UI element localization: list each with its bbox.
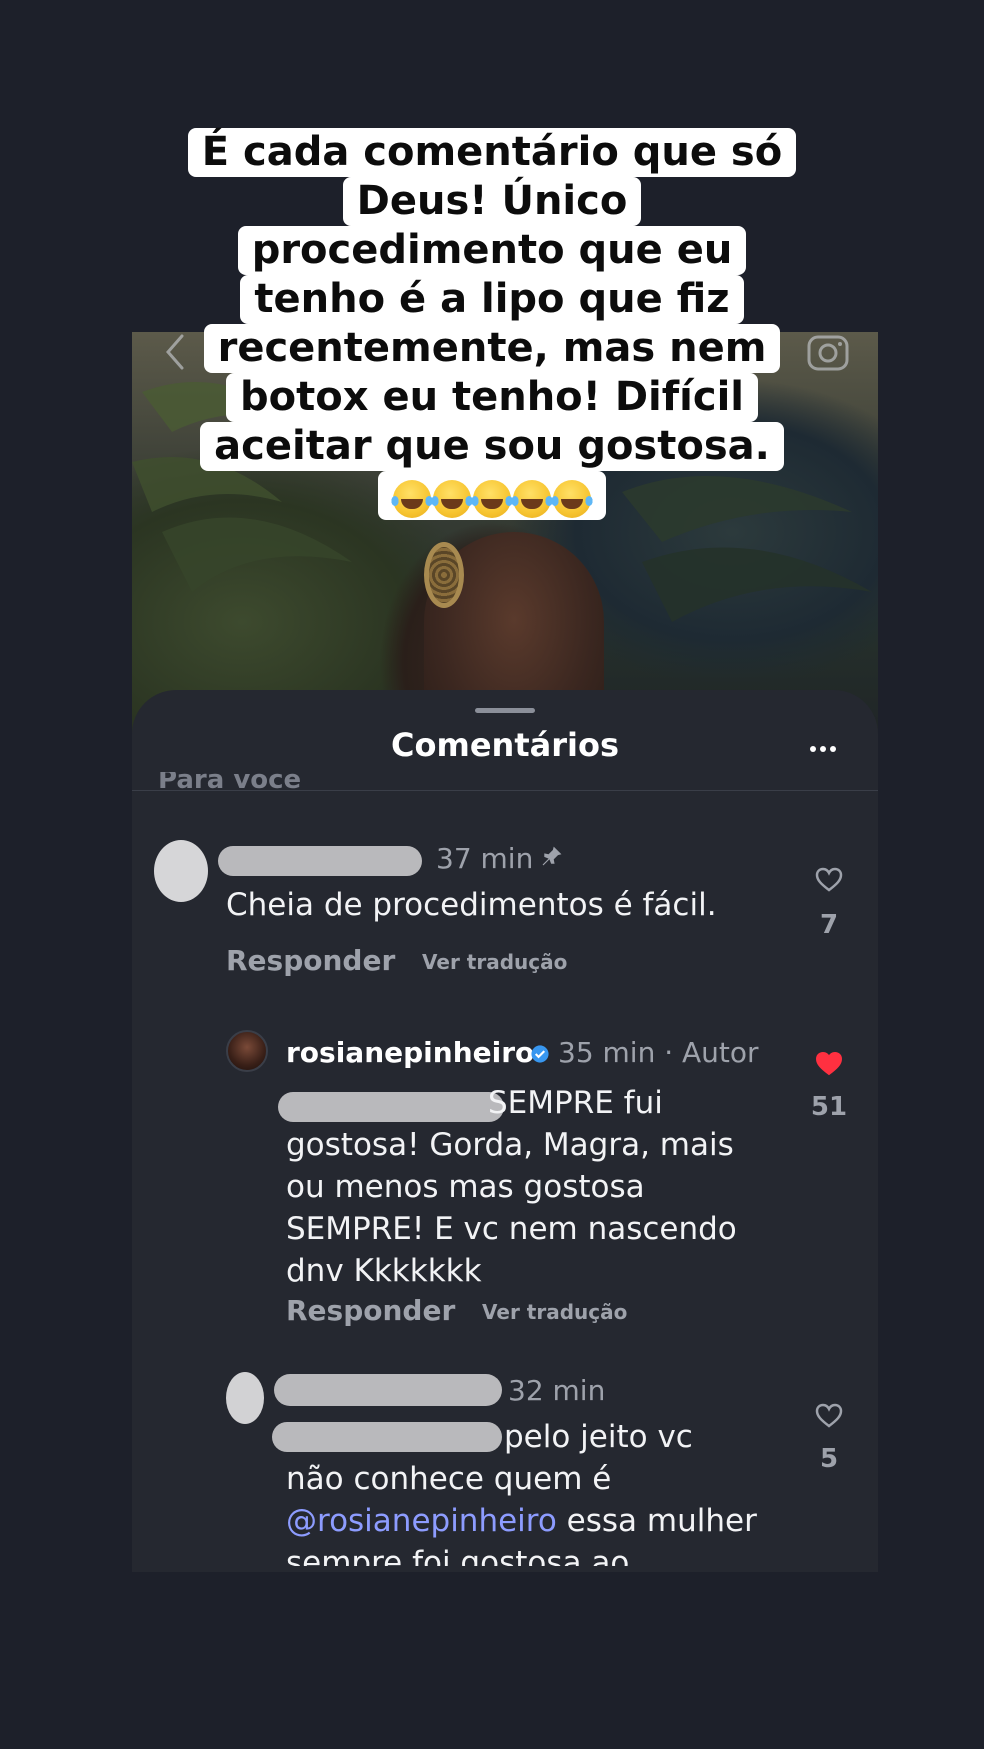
author-avatar[interactable] bbox=[226, 1030, 268, 1072]
comment-line: SEMPRE fui bbox=[488, 1085, 663, 1121]
comment-line: SEMPRE! E vc nem nascendo bbox=[286, 1211, 737, 1247]
avatar[interactable] bbox=[226, 1372, 264, 1424]
comment-text-rest: essa mulher bbox=[556, 1503, 757, 1539]
caption-line: É cada comentário que só bbox=[187, 128, 797, 177]
comment-text: Cheia de procedimentos é fácil. bbox=[226, 887, 717, 923]
laughing-emoji-icon bbox=[390, 480, 434, 518]
reply-button[interactable]: Responder bbox=[226, 944, 395, 977]
redacted-username[interactable] bbox=[218, 846, 422, 876]
story-canvas: Comentários Para você 37 min Cheia de pr… bbox=[0, 0, 984, 1749]
drag-handle[interactable] bbox=[475, 708, 535, 713]
caption-line: procedimento que eu bbox=[237, 226, 747, 275]
heart-icon[interactable] bbox=[815, 1402, 843, 1430]
see-translation-button[interactable]: Ver tradução bbox=[482, 1300, 627, 1324]
verified-badge-icon bbox=[531, 1045, 549, 1063]
comment-line: sempre foi gostosa ao extremo bbox=[286, 1545, 630, 1566]
laughing-emoji-icon bbox=[550, 480, 594, 518]
redacted-username[interactable] bbox=[274, 1374, 502, 1406]
caption-line: tenho é a lipo que fiz bbox=[240, 275, 744, 324]
comment-line: @rosianepinheiro essa mulher bbox=[286, 1500, 766, 1542]
story-caption: É cada comentário que só Deus! Único pro… bbox=[0, 128, 984, 520]
comment-line: não conhece quem é bbox=[286, 1461, 612, 1497]
caption-line: aceitar que sou gostosa. bbox=[200, 422, 784, 471]
comment-line: gostosa! Gorda, Magra, mais bbox=[286, 1127, 734, 1163]
laughing-emoji-icon bbox=[470, 480, 514, 518]
laughing-emoji-row bbox=[378, 471, 606, 520]
mention-link[interactable]: @rosianepinheiro bbox=[286, 1503, 557, 1539]
pin-icon bbox=[542, 846, 562, 866]
caption-line: recentemente, mas nem bbox=[203, 324, 781, 373]
sheet-title: Comentários bbox=[391, 726, 619, 764]
comment-text: SEMPRE fui gostosa! Gorda, Magra, mais o… bbox=[286, 1082, 746, 1292]
see-translation-button[interactable]: Ver tradução bbox=[422, 950, 567, 974]
caption-line: Deus! Único bbox=[342, 177, 642, 226]
laughing-emoji-icon bbox=[510, 480, 554, 518]
earring bbox=[424, 542, 464, 608]
comments-sheet: Comentários Para você 37 min Cheia de pr… bbox=[132, 690, 878, 1572]
divider bbox=[132, 790, 878, 791]
comment-time: 37 min bbox=[436, 842, 534, 875]
heart-filled-icon[interactable] bbox=[815, 1050, 843, 1078]
more-options-icon[interactable] bbox=[808, 734, 838, 764]
comment-line: dnv Kkkkkkk bbox=[286, 1253, 482, 1289]
heart-icon[interactable] bbox=[815, 866, 843, 894]
comment-line: pelo jeito vc bbox=[504, 1419, 693, 1455]
section-label: Para você bbox=[158, 772, 302, 795]
like-count: 7 bbox=[819, 910, 839, 940]
comment-line: ou menos mas gostosa bbox=[286, 1169, 645, 1205]
like-count: 51 bbox=[810, 1092, 848, 1122]
comment-text: pelo jeito vc não conhece quem é @rosian… bbox=[286, 1416, 766, 1566]
author-username[interactable]: rosianepinheiro bbox=[286, 1036, 534, 1069]
comment-time: 32 min bbox=[508, 1374, 606, 1407]
reply-button[interactable]: Responder bbox=[286, 1294, 455, 1327]
laughing-emoji-icon bbox=[430, 480, 474, 518]
caption-line: botox eu tenho! Difícil bbox=[226, 373, 758, 422]
like-count: 5 bbox=[819, 1444, 839, 1474]
comment-time-author: 35 min · Autor bbox=[558, 1036, 759, 1069]
avatar[interactable] bbox=[154, 840, 208, 902]
